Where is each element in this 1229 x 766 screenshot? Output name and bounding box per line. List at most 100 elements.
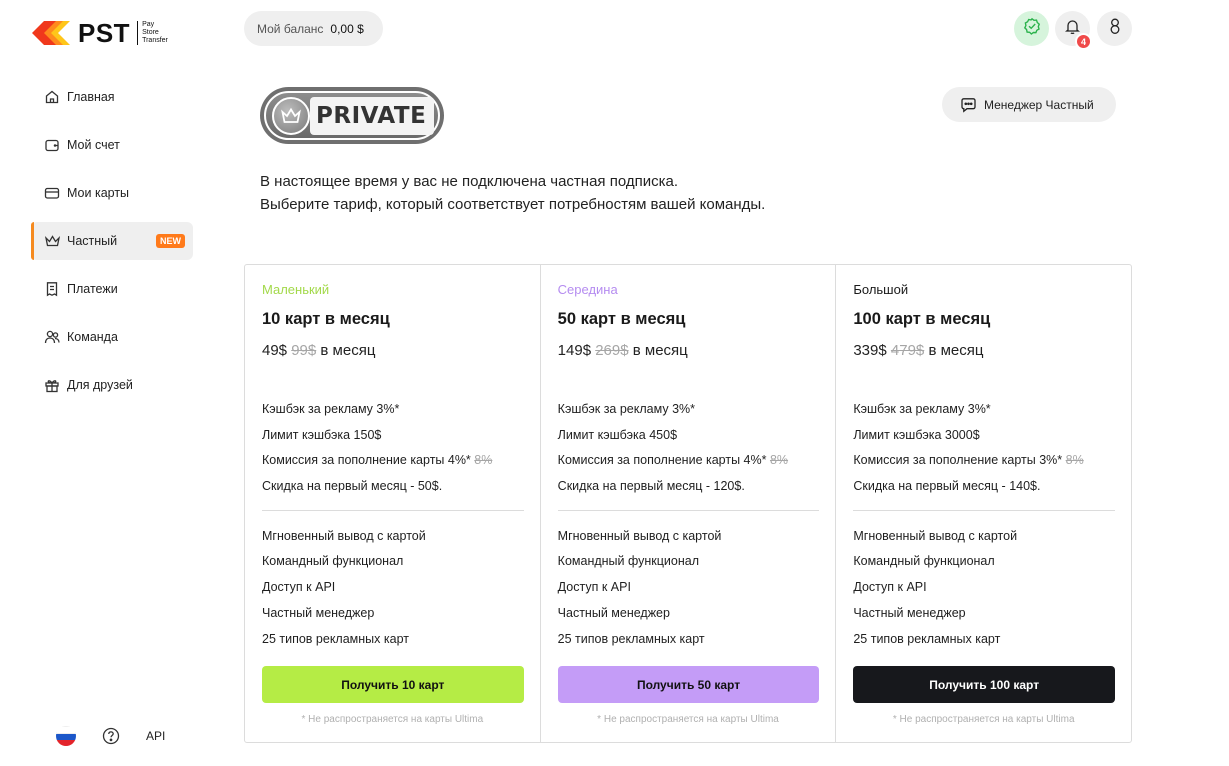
russia-flag-icon[interactable] (56, 726, 76, 746)
plan-feature: Командный функционал (557, 554, 699, 569)
card-icon (43, 184, 61, 202)
plan-topup-fee: Комиссия за пополнение карты 3%* 8% (853, 448, 1115, 474)
plan-features: Мгновенный вывод с картой Командный функ… (853, 524, 1115, 652)
subscription-intro: В настоящее время у вас не подключена ча… (260, 170, 765, 216)
plan-price: 149$ 269$ в месяц (558, 341, 820, 361)
crown-icon (43, 232, 61, 250)
sidebar-item-label: Главная (67, 90, 115, 104)
plan-title: 100 карт в месяц (853, 310, 991, 328)
plan-feature: Доступ к API (853, 580, 927, 595)
topup-fee-old: 8% (1065, 453, 1084, 468)
plan-cashback-limit: Лимит кэшбэка 450$ (557, 427, 678, 442)
plan-footnote: * Не распространяется на карты Ultima (301, 714, 484, 725)
user-icon (1107, 17, 1123, 40)
plan-cashback: Кэшбэк за рекламу 3%* (262, 402, 400, 416)
plan-price: 49$ 99$ в месяц (262, 341, 524, 361)
price-current: 149$ (557, 342, 592, 359)
sidebar-item-friends[interactable]: Для друзей (31, 366, 193, 404)
topup-fee-current: Комиссия за пополнение карты 3%* (853, 453, 1063, 468)
manager-button-label: Менеджер Частный (984, 97, 1094, 112)
logo-sub-line: Transfer (142, 37, 168, 44)
plan-feature: Командный функционал (262, 554, 404, 569)
plan-card-large: Большой 100 карт в месяц 339$ 479$ в мес… (835, 265, 1131, 742)
notification-count-badge: 4 (1075, 33, 1092, 50)
home-icon (43, 88, 61, 106)
notifications-button[interactable]: 4 (1055, 11, 1092, 50)
plan-first-month: Скидка на первый месяц - 50$. (262, 479, 443, 494)
pst-logo-icon (30, 17, 76, 49)
price-period: в месяц (928, 342, 984, 359)
sidebar-item-home[interactable]: Главная (31, 78, 193, 116)
new-badge: NEW (156, 234, 185, 248)
plan-cashback-limit: Лимит кэшбэка 150$ (262, 427, 382, 442)
plan-name: Середина (557, 282, 618, 297)
chat-icon (961, 97, 976, 113)
sidebar-item-cards[interactable]: Мои карты (31, 174, 193, 212)
plan-cashback: Кэшбэк за рекламу 3%* (853, 402, 991, 416)
plan-feature: Командный функционал (853, 554, 995, 569)
plan-terms: Кэшбэк за рекламу 3%* Лимит кэшбэка 450$… (558, 397, 820, 500)
price-old: 269$ (595, 342, 629, 359)
price-period: в месяц (632, 342, 688, 359)
api-link[interactable]: API (146, 729, 165, 743)
logo-text: PST (78, 18, 131, 48)
plan-feature: Мгновенный вывод с картой (262, 528, 426, 543)
help-icon[interactable] (102, 727, 120, 745)
pricing-plans: Маленький 10 карт в месяц 49$ 99$ в меся… (244, 264, 1132, 743)
balance-value: 0,00 $ (330, 21, 364, 36)
plan-first-month: Скидка на первый месяц - 120$. (557, 479, 745, 494)
team-icon (43, 328, 61, 346)
brand-logo[interactable]: PST Pay Store Transfer (30, 16, 180, 50)
plan-feature: Мгновенный вывод с картой (557, 528, 722, 543)
topup-fee-old: 8% (474, 453, 493, 468)
plan-feature: 25 типов рекламных карт (853, 631, 1001, 646)
plan-feature: Доступ к API (557, 580, 631, 595)
price-old: 479$ (890, 342, 925, 359)
plan-title: 10 карт в месяц (262, 310, 390, 328)
plan-title: 50 карт в месяц (557, 310, 686, 328)
gift-icon (43, 376, 61, 394)
plan-name: Маленький (262, 282, 330, 297)
get-100-cards-button[interactable]: Получить 100 карт (853, 666, 1116, 703)
plan-terms: Кэшбэк за рекламу 3%* Лимит кэшбэка 3000… (853, 397, 1115, 500)
logo-subtitle: Pay Store Transfer (137, 21, 168, 45)
logo-sub-line: Pay (142, 21, 155, 28)
intro-line: Выберите тариф, который соответствует по… (260, 196, 766, 213)
plan-terms: Кэшбэк за рекламу 3%* Лимит кэшбэка 150$… (262, 397, 524, 500)
sidebar-item-label: Мои карты (67, 186, 130, 200)
intro-line: В настоящее время у вас не подключена ча… (260, 173, 678, 190)
get-10-cards-button[interactable]: Получить 10 карт (262, 666, 524, 703)
plan-features: Мгновенный вывод с картой Командный функ… (262, 524, 524, 652)
plan-feature: 25 типов рекламных карт (262, 631, 409, 646)
get-50-cards-button[interactable]: Получить 50 карт (557, 666, 820, 703)
topup-fee-current: Комиссия за пополнение карты 4%* (262, 453, 471, 468)
sidebar-item-label: Частный (67, 234, 118, 248)
sidebar-item-payments[interactable]: Платежи (31, 270, 193, 308)
balance-label: Мой баланс (257, 21, 324, 36)
plan-feature: 25 типов рекламных карт (557, 631, 705, 646)
private-badge-inner: PRIVATE (264, 91, 440, 140)
private-manager-button[interactable]: Менеджер Частный (942, 87, 1116, 122)
plan-cashback: Кэшбэк за рекламу 3%* (557, 402, 696, 416)
sidebar-footer: API (56, 726, 165, 746)
price-current: 49$ (262, 342, 288, 359)
plan-feature: Доступ к API (262, 580, 336, 595)
sidebar-nav: Главная Мой счет Мои карты Частный NEW П… (31, 78, 193, 414)
private-badge-text: PRIVATE (310, 96, 434, 135)
private-badge: PRIVATE (260, 87, 444, 144)
plan-feature: Частный менеджер (557, 605, 670, 620)
plan-topup-fee: Комиссия за пополнение карты 4%* 8% (262, 448, 524, 474)
sidebar-item-team[interactable]: Команда (31, 318, 193, 356)
sidebar-item-private[interactable]: Частный NEW (31, 222, 193, 260)
verified-button[interactable] (1014, 11, 1049, 46)
logo-sub-line: Store (142, 29, 159, 36)
verified-icon (1023, 17, 1041, 40)
plan-divider (557, 509, 820, 511)
price-current: 339$ (853, 342, 887, 359)
receipt-icon (43, 280, 61, 298)
plan-topup-fee: Комиссия за пополнение карты 4%* 8% (558, 448, 820, 474)
plan-footnote: * Не распространяется на карты Ultima (597, 714, 779, 725)
balance-pill[interactable]: Мой баланс 0,00 $ (244, 11, 383, 46)
profile-button[interactable] (1097, 11, 1132, 46)
sidebar-item-account[interactable]: Мой счет (31, 126, 193, 164)
